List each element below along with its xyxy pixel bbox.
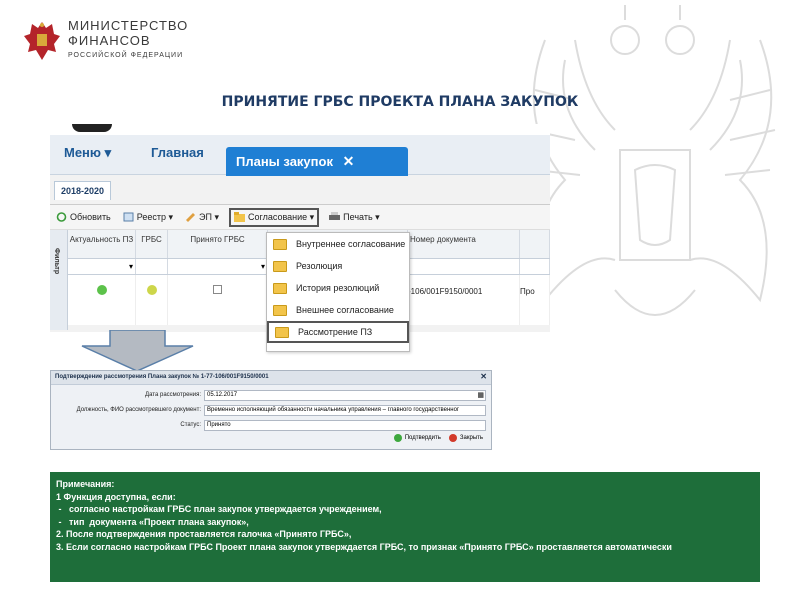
menu-item-label: Рассмотрение ПЗ	[298, 327, 373, 337]
close-icon[interactable]: ✕	[480, 372, 487, 381]
toolbar: Обновить Реестр ▾ ЭП ▾ Согласование ▾ Пе…	[50, 204, 550, 230]
position-field[interactable]: Временно исполняющий обязанности начальн…	[204, 404, 486, 416]
approval-button[interactable]: Согласование ▾	[229, 207, 320, 227]
arrow-down-icon	[81, 330, 194, 372]
column-header[interactable]	[520, 230, 550, 258]
folder-icon	[273, 304, 287, 316]
accepted-checkbox[interactable]	[213, 285, 222, 294]
last-cell: Про	[520, 275, 550, 325]
confirm-label: Подтвердить	[404, 435, 441, 441]
close-label: Закрыть	[459, 435, 483, 441]
folder-icon	[234, 212, 245, 222]
notes-line: 3. Если согласно настройкам ГРБС Проект …	[56, 541, 672, 552]
calendar-icon[interactable]: ▦	[477, 391, 484, 399]
filter-select[interactable]: ▾	[168, 259, 268, 274]
refresh-icon	[56, 212, 67, 222]
filter-sidebar[interactable]: Фильтр	[50, 230, 68, 330]
logo-line-1: МИНИСТЕРСТВО	[68, 18, 189, 33]
actuality-cell	[68, 275, 136, 325]
page-title: ПРИНЯТИЕ ГРБС ПРОЕКТА ПЛАНА ЗАКУПОК	[221, 94, 579, 110]
main-nav: Меню ▾ Главная Планы закупок ✕	[50, 135, 550, 176]
notes-line: - согласно настройкам ГРБС план закупок …	[56, 504, 382, 515]
status-label: Статус:	[180, 422, 201, 428]
notes-line: 2. После подтверждения проставляется гал…	[56, 529, 352, 540]
ministry-logo: МИНИСТЕРСТВО ФИНАНСОВ РОССИЙСКОЙ ФЕДЕРАЦ…	[22, 18, 188, 64]
notes-line: - тип документа «Проект плана закупок»,	[56, 516, 249, 527]
menu-item-resolution[interactable]: Резолюция	[267, 255, 409, 277]
menu-item-label: История резолюций	[296, 283, 380, 293]
notes-line: Примечания:	[56, 479, 115, 489]
column-header[interactable]: Номер документа	[408, 230, 520, 258]
app-topbar	[50, 124, 550, 135]
ep-label: ЭП ▾	[199, 211, 219, 222]
menu-button[interactable]: Меню ▾	[64, 145, 111, 161]
status-green-icon	[97, 285, 107, 295]
print-label: Печать ▾	[343, 211, 380, 222]
menu-item-internal-approval[interactable]: Внутреннее согласование	[267, 233, 409, 255]
position-label: Должность, ФИО рассмотревшего документ:	[76, 407, 201, 413]
dialog-title: Подтверждение рассмотрения Плана закупок…	[51, 371, 491, 385]
menu-item-resolution-history[interactable]: История резолюций	[267, 277, 409, 299]
print-button[interactable]: Печать ▾	[327, 210, 382, 225]
ep-button[interactable]: ЭП ▾	[183, 210, 221, 225]
dialog-title-text: Подтверждение рассмотрения Плана закупок…	[55, 374, 269, 380]
logo-line-2: ФИНАНСОВ	[68, 33, 151, 48]
position-row: Должность, ФИО рассмотревшего документ: …	[51, 404, 486, 416]
notes-panel: Примечания: 1 Функция доступна, если: - …	[50, 472, 760, 582]
close-icon[interactable]: ✕	[343, 153, 355, 169]
confirm-button[interactable]: Подтвердить	[393, 434, 441, 442]
tab-procurement-plans[interactable]: Планы закупок ✕	[226, 147, 408, 176]
printer-icon	[329, 212, 341, 220]
status-field[interactable]: Принято	[204, 419, 486, 431]
accepted-cell	[168, 275, 268, 325]
filter-label: Фильтр	[53, 248, 60, 275]
registry-icon	[123, 212, 134, 222]
year-tabs: 2018-2020	[54, 181, 112, 200]
status-row: Статус: Принято	[51, 419, 486, 431]
folder-icon	[273, 238, 287, 250]
column-header[interactable]: ГРБС	[136, 230, 168, 258]
filter-select[interactable]: ▾	[68, 259, 136, 274]
cancel-icon	[448, 434, 457, 442]
coat-of-arms-icon	[24, 22, 60, 60]
registry-button[interactable]: Реестр ▾	[121, 210, 175, 225]
grbs-cell	[136, 275, 168, 325]
date-row: Дата рассмотрения: 05.12.2017 ▦	[51, 389, 486, 401]
column-header[interactable]: Актуальность ПЗ	[68, 230, 136, 258]
close-button[interactable]: Закрыть	[448, 434, 483, 442]
approval-label: Согласование ▾	[248, 211, 315, 222]
check-icon	[393, 434, 402, 442]
menu-item-label: Внутреннее согласование	[296, 239, 406, 249]
nav-home[interactable]: Главная	[151, 145, 204, 160]
folder-icon	[273, 260, 287, 272]
menu-item-label: Внешнее согласование	[296, 305, 394, 315]
folder-icon	[273, 282, 287, 294]
chevron-down-icon: ▾	[128, 262, 133, 271]
column-header[interactable]: Принято ГРБС	[168, 230, 268, 258]
logo-line-3: РОССИЙСКОЙ ФЕДЕРАЦИИ	[68, 52, 184, 59]
registry-label: Реестр ▾	[136, 211, 174, 222]
approval-dropdown-menu: Внутреннее согласование Резолюция Истори…	[266, 232, 410, 352]
date-field[interactable]: 05.12.2017 ▦	[204, 389, 486, 401]
refresh-label: Обновить	[70, 212, 111, 222]
date-value: 05.12.2017	[207, 391, 238, 398]
signature-icon	[186, 213, 196, 222]
filter-empty	[408, 259, 520, 274]
doc-number-cell: -106/001F9150/0001	[408, 275, 520, 325]
filter-empty	[520, 259, 550, 274]
menu-item-external-approval[interactable]: Внешнее согласование	[267, 299, 409, 321]
chevron-down-icon: ▾	[260, 262, 265, 271]
confirm-review-dialog: Подтверждение рассмотрения Плана закупок…	[50, 370, 492, 450]
status-yellow-icon	[147, 285, 157, 295]
dialog-buttons: Подтвердить Закрыть	[386, 434, 483, 442]
filter-empty	[136, 259, 168, 274]
menu-item-review-plan[interactable]: Рассмотрение ПЗ	[267, 321, 409, 343]
refresh-button[interactable]: Обновить	[54, 210, 113, 224]
menu-item-label: Резолюция	[296, 261, 343, 271]
year-tab[interactable]: 2018-2020	[54, 181, 112, 200]
folder-icon	[275, 326, 289, 338]
notes-line: 1 Функция доступна, если:	[56, 491, 176, 502]
tab-label: Планы закупок	[236, 154, 333, 169]
date-label: Дата рассмотрения:	[145, 392, 201, 398]
